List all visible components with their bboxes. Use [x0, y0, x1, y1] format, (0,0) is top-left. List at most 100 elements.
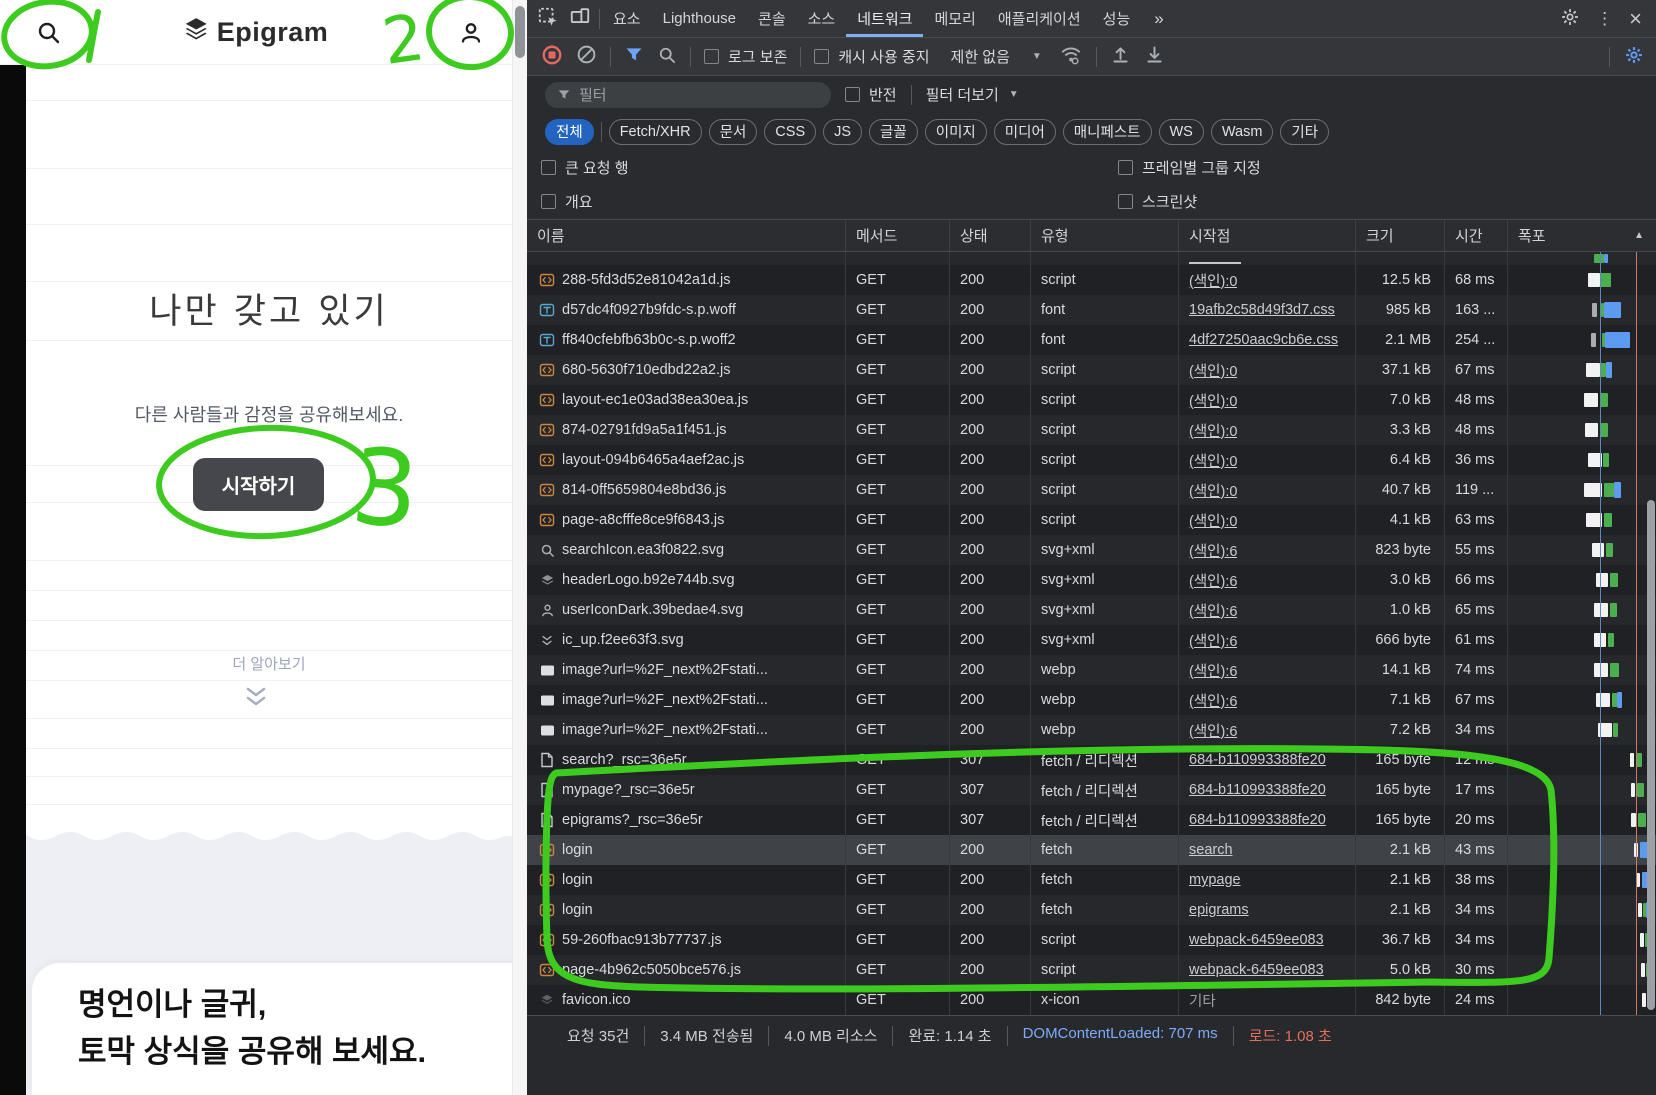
devtools-tab-Lighthouse[interactable]: Lighthouse [652, 0, 747, 37]
request-filter-chip-문서[interactable]: 문서 [708, 118, 758, 145]
devtools-tab-메모리[interactable]: 메모리 [923, 0, 986, 37]
group-by-frame-checkbox[interactable]: 프레임별 그룹 지정 [1118, 157, 1261, 178]
learn-more-label[interactable]: 더 알아보기 [26, 653, 512, 674]
settings-icon[interactable] [1560, 7, 1580, 31]
record-icon[interactable] [541, 44, 563, 70]
start-button[interactable]: 시작하기 [193, 458, 324, 511]
network-request-row-partial[interactable] [527, 252, 1656, 265]
devtools-scrollbar-thumb[interactable] [1647, 500, 1655, 1010]
clear-icon[interactable] [576, 44, 597, 69]
request-filter-chip-매니페스트[interactable]: 매니페스트 [1062, 118, 1152, 145]
user-icon[interactable] [458, 20, 484, 46]
devtools-tab-성능[interactable]: 성능 [1092, 0, 1142, 37]
request-filter-chip-CSS[interactable]: CSS [764, 118, 817, 145]
inspect-element-icon[interactable] [537, 6, 559, 32]
initiator-link[interactable]: epigrams [1189, 902, 1249, 918]
request-filter-chip-기타[interactable]: 기타 [1280, 118, 1330, 145]
network-request-row[interactable]: ic_up.f2ee63f3.svg GET 200 svg+xml (색인):6 666… [527, 625, 1656, 655]
network-request-row[interactable]: 288-5fd3d52e81042a1d.js GET 200 script (색인):… [527, 265, 1656, 295]
network-request-row[interactable]: favicon.ico GET 200 x-icon 기타 842 byte 24 ms [527, 985, 1656, 1015]
network-request-row[interactable]: search?_rsc=36e5r GET 307 fetch / 리디렉션 684-b… [527, 745, 1656, 775]
network-request-row[interactable]: page-4b962c5050bce576.js GET 200 script webp… [527, 955, 1656, 985]
initiator-link[interactable]: (색인):6 [1189, 690, 1237, 711]
network-request-row[interactable]: image?url=%2F_next%2Fstati... GET 200 webp(… [527, 655, 1656, 685]
network-request-row[interactable]: 874-02791fd9a5a1f451.js GET 200 script (색인):… [527, 415, 1656, 445]
column-header-폭포[interactable]: 폭포 ▲ [1508, 220, 1656, 251]
page-scrollbar[interactable] [512, 0, 528, 1095]
filter-input[interactable]: 필터 [545, 81, 831, 108]
request-filter-chip-JS[interactable]: JS [823, 118, 863, 145]
initiator-link[interactable]: 684-b110993388fe20 [1189, 752, 1326, 768]
screenshots-checkbox[interactable]: 스크린샷 [1118, 191, 1197, 212]
initiator-link[interactable]: (색인):6 [1189, 630, 1237, 651]
network-request-row[interactable]: login GET 200 fetch search 2.1 kB 43 ms [527, 835, 1656, 865]
initiator-link[interactable]: webpack-6459ee083 [1189, 932, 1324, 948]
column-header-메서드[interactable]: 메서드 [846, 220, 950, 251]
close-icon[interactable]: × [1629, 7, 1642, 30]
request-filter-chip-Wasm[interactable]: Wasm [1210, 118, 1274, 145]
initiator-link[interactable]: (색인):6 [1189, 540, 1237, 561]
column-header-크기[interactable]: 크기 [1356, 220, 1445, 251]
initiator-link[interactable]: (색인):0 [1189, 270, 1237, 291]
initiator-link[interactable]: (색인):0 [1189, 510, 1237, 531]
initiator-link[interactable]: (색인):0 [1189, 450, 1237, 471]
search-icon[interactable] [36, 20, 62, 46]
more-filters-dropdown[interactable]: 필터 더보기 ▼ [926, 84, 1019, 105]
network-request-row[interactable]: headerLogo.b92e744b.svg GET 200 svg+xml (색인)… [527, 565, 1656, 595]
initiator-link[interactable]: webpack-6459ee083 [1189, 962, 1324, 978]
sort-asc-icon[interactable]: ▲ [1634, 230, 1644, 241]
network-request-row[interactable]: layout-ec1e03ad38ea30ea.js GET 200 script (색… [527, 385, 1656, 415]
status-item-red[interactable]: 로드: 1.08 초 [1249, 1025, 1332, 1046]
network-request-row[interactable]: ff840cfebfb63b0c-s.p.woff2 GET 200 font 4df2… [527, 325, 1656, 355]
network-request-row[interactable]: 59-260fbac913b77737.js GET 200 script webpac… [527, 925, 1656, 955]
initiator-link[interactable]: (색인):0 [1189, 420, 1237, 441]
network-request-row[interactable]: image?url=%2F_next%2Fstati... GET 200 webp(… [527, 685, 1656, 715]
overview-checkbox[interactable]: 개요 [541, 191, 593, 212]
request-filter-chip-WS[interactable]: WS [1158, 118, 1204, 145]
page-scrollbar-thumb[interactable] [515, 6, 525, 58]
network-request-row[interactable]: image?url=%2F_next%2Fstati... GET 200 webp(… [527, 715, 1656, 745]
initiator-link[interactable]: (색인):0 [1189, 390, 1237, 411]
network-request-row[interactable]: login GET 200 fetch epigrams 2.1 kB 34 ms [527, 895, 1656, 925]
import-har-icon[interactable] [1110, 44, 1131, 69]
network-conditions-icon[interactable] [1059, 44, 1083, 70]
network-request-row[interactable]: d57dc4f0927b9fdc-s.p.woff GET 200 font 19afb… [527, 295, 1656, 325]
initiator-link[interactable]: (색인):0 [1189, 480, 1237, 501]
preserve-log-checkbox[interactable]: 로그 보존 [704, 46, 787, 67]
network-settings-icon[interactable] [1624, 45, 1644, 69]
column-header-상태[interactable]: 상태 [950, 220, 1031, 251]
network-request-row[interactable]: layout-094b6465a4aef2ac.js GET 200 script (색… [527, 445, 1656, 475]
status-item-blue[interactable]: DOMContentLoaded: 707 ms [1023, 1025, 1218, 1042]
device-toolbar-icon[interactable] [569, 6, 591, 32]
network-request-row[interactable]: epigrams?_rsc=36e5r GET 307 fetch / 리디렉션 684… [527, 805, 1656, 835]
page-logo[interactable]: Epigram [184, 16, 329, 48]
devtools-tab-소스[interactable]: 소스 [797, 0, 847, 37]
search-network-icon[interactable] [657, 45, 677, 69]
devtools-tab-요소[interactable]: 요소 [602, 0, 652, 37]
big-request-rows-checkbox[interactable]: 큰 요청 행 [541, 157, 629, 178]
filter-funnel-icon[interactable] [624, 45, 644, 69]
devtools-tab-콘솔[interactable]: 콘솔 [747, 0, 797, 37]
initiator-link[interactable]: 4df27250aac9cb6e.css [1189, 332, 1338, 348]
request-filter-chip-Fetch/XHR[interactable]: Fetch/XHR [608, 118, 702, 145]
request-filter-chip-글꼴[interactable]: 글꼴 [869, 118, 918, 145]
initiator-link[interactable]: (색인):6 [1189, 600, 1237, 621]
request-filter-chip-전체[interactable]: 전체 [545, 118, 594, 145]
column-header-이름[interactable]: 이름 [527, 220, 846, 251]
network-request-row[interactable]: page-a8cfffe8ce9f6843.js GET 200 script (색인)… [527, 505, 1656, 535]
network-request-row[interactable]: 814-0ff5659804e8bd36.js GET 200 script (색인):… [527, 475, 1656, 505]
disable-cache-checkbox[interactable]: 캐시 사용 중지 [814, 46, 930, 67]
network-request-row[interactable]: userIconDark.39bedae4.svg GET 200 svg+xml (색… [527, 595, 1656, 625]
more-menu-icon[interactable]: ⋮ [1596, 9, 1613, 29]
initiator-link[interactable]: (색인):6 [1189, 720, 1237, 741]
initiator-link[interactable]: (색인):6 [1189, 570, 1237, 591]
invert-filter-checkbox[interactable]: 반전 [845, 84, 897, 105]
column-header-시작점[interactable]: 시작점 [1179, 220, 1356, 251]
initiator-link[interactable]: (색인):6 [1189, 660, 1237, 681]
column-header-시간[interactable]: 시간 [1445, 220, 1508, 251]
network-request-row[interactable]: 680-5630f710edbd22a2.js GET 200 script (색인):… [527, 355, 1656, 385]
network-request-row[interactable]: mypage?_rsc=36e5r GET 307 fetch / 리디렉션 684-b… [527, 775, 1656, 805]
devtools-tab-네트워크[interactable]: 네트워크 [846, 0, 923, 37]
network-request-row[interactable]: searchIcon.ea3f0822.svg GET 200 svg+xml (색인)… [527, 535, 1656, 565]
more-tabs-icon[interactable]: » [1143, 0, 1174, 37]
